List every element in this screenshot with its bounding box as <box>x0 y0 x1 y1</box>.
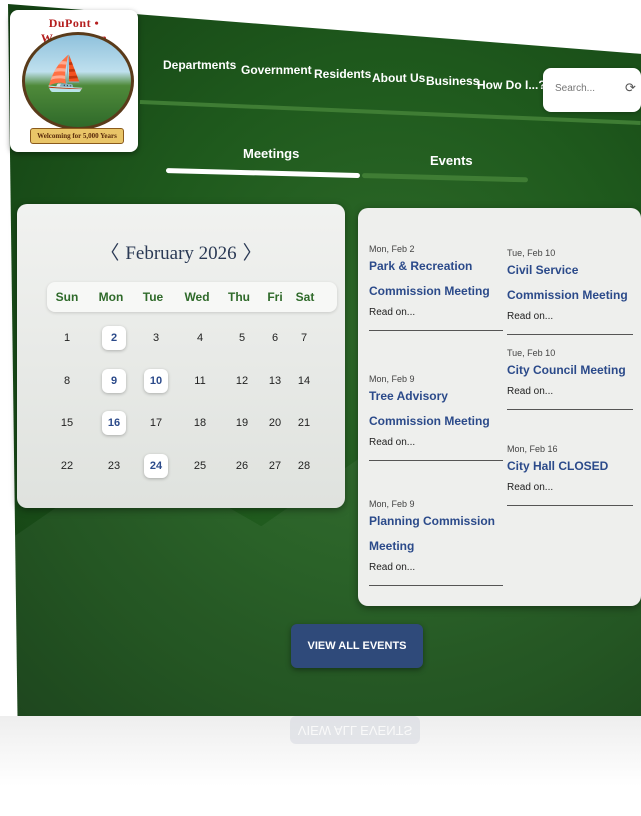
calendar-day[interactable]: 14 <box>292 369 316 393</box>
calendar-day[interactable]: 7 <box>292 326 316 350</box>
calendar-day[interactable]: 25 <box>188 454 212 478</box>
calendar-day[interactable]: 11 <box>188 369 212 393</box>
calendar-widget: 〈 February 2026 〉 Sun Mon Tue Wed Thu Fri … <box>17 204 345 508</box>
event-date: Tue, Feb 10 <box>507 248 556 258</box>
read-on-link[interactable]: Read on... <box>369 437 503 448</box>
event-divider <box>507 505 633 506</box>
nav-business[interactable]: Business <box>426 74 479 88</box>
event-divider <box>507 409 633 410</box>
calendar-day[interactable]: 20 <box>263 411 287 435</box>
calendar-day-with-event[interactable]: 24 <box>144 454 168 478</box>
next-month-button[interactable]: 〉 <box>237 243 268 264</box>
calendar-day[interactable]: 8 <box>55 369 79 393</box>
event-date: Mon, Feb 16 <box>507 444 558 454</box>
event-item: Mon, Feb 16 City Hall CLOSED Read on... <box>507 444 633 506</box>
read-on-link[interactable]: Read on... <box>369 562 503 573</box>
logo-tagline: Welcoming for 5,000 Years <box>30 128 124 144</box>
dow-tue: Tue <box>142 290 164 304</box>
dow-mon: Mon <box>98 290 124 304</box>
calendar-month-label: February 2026 <box>125 243 237 264</box>
view-all-events-button[interactable]: VIEW ALL EVENTS <box>291 624 423 668</box>
event-title-link[interactable]: Civil Service Commission Meeting <box>507 258 633 308</box>
event-divider <box>369 460 503 461</box>
calendar-day[interactable]: 18 <box>188 411 212 435</box>
dow-wed: Wed <box>184 290 210 304</box>
events-panel: Mon, Feb 2 Park & Recreation Commission … <box>358 208 641 606</box>
dow-thu: Thu <box>228 290 250 304</box>
event-item: Mon, Feb 9 Tree Advisory Commission Meet… <box>369 374 503 461</box>
dow-sun: Sun <box>55 290 79 304</box>
tab-meetings[interactable]: Meetings <box>243 146 299 161</box>
city-logo[interactable]: DuPont • Washington ⛵ Welcoming for 5,00… <box>10 10 138 152</box>
event-date: Mon, Feb 9 <box>369 499 415 509</box>
event-item: Tue, Feb 10 Civil Service Commission Mee… <box>507 248 633 335</box>
calendar-day[interactable]: 4 <box>188 326 212 350</box>
calendar-day[interactable]: 23 <box>102 454 126 478</box>
calendar-day[interactable]: 3 <box>144 326 168 350</box>
calendar-day[interactable]: 19 <box>230 411 254 435</box>
calendar-day-with-event[interactable]: 10 <box>144 369 168 393</box>
calendar-day[interactable]: 5 <box>230 326 254 350</box>
event-divider <box>369 585 503 586</box>
search-icon[interactable]: ⟳ <box>625 80 636 96</box>
calendar-day[interactable]: 21 <box>292 411 316 435</box>
read-on-link[interactable]: Read on... <box>507 386 633 397</box>
nav-residents[interactable]: Residents <box>314 67 371 81</box>
read-on-link[interactable]: Read on... <box>507 311 633 322</box>
calendar-day[interactable]: 22 <box>55 454 79 478</box>
calendar-day[interactable]: 13 <box>263 369 287 393</box>
dow-sat: Sat <box>295 290 315 304</box>
event-title-link[interactable]: Park & Recreation Commission Meeting <box>369 254 503 304</box>
nav-departments[interactable]: Departments <box>163 58 236 72</box>
event-title-link[interactable]: City Hall CLOSED <box>507 454 633 479</box>
prev-month-button[interactable]: 〈 <box>94 243 125 264</box>
calendar-day-with-event[interactable]: 9 <box>102 369 126 393</box>
page-reflection: VIEW ALL EVENTS <box>0 716 641 816</box>
calendar-day-with-event[interactable]: 16 <box>102 411 126 435</box>
page: DuPont • Washington ⛵ Welcoming for 5,00… <box>0 0 641 816</box>
read-on-link[interactable]: Read on... <box>369 307 503 318</box>
calendar-day[interactable]: 28 <box>292 454 316 478</box>
calendar-day[interactable]: 26 <box>230 454 254 478</box>
calendar-day-with-event[interactable]: 2 <box>102 326 126 350</box>
read-on-link[interactable]: Read on... <box>507 482 633 493</box>
event-item: Mon, Feb 2 Park & Recreation Commission … <box>369 244 503 331</box>
calendar-day[interactable]: 12 <box>230 369 254 393</box>
search-box[interactable]: ⟳ <box>543 68 641 112</box>
event-divider <box>507 334 633 335</box>
reflected-button: VIEW ALL EVENTS <box>290 716 420 744</box>
search-input[interactable] <box>553 82 617 95</box>
tab-events[interactable]: Events <box>430 153 473 168</box>
nav-how-do-i[interactable]: How Do I...? <box>477 78 546 92</box>
calendar-day[interactable]: 15 <box>55 411 79 435</box>
event-date: Tue, Feb 10 <box>507 348 556 358</box>
event-title-link[interactable]: Tree Advisory Commission Meeting <box>369 384 503 434</box>
nav-about-us[interactable]: About Us <box>372 71 425 85</box>
nav-government[interactable]: Government <box>241 63 312 77</box>
event-item: Mon, Feb 9 Planning Commission Meeting R… <box>369 499 503 586</box>
calendar-day[interactable]: 1 <box>55 326 79 350</box>
calendar-day[interactable]: 6 <box>263 326 287 350</box>
ship-icon: ⛵ <box>44 55 87 93</box>
event-item: Tue, Feb 10 City Council Meeting Read on… <box>507 348 633 410</box>
event-date: Mon, Feb 9 <box>369 374 415 384</box>
event-date: Mon, Feb 2 <box>369 244 415 254</box>
calendar-day[interactable]: 27 <box>263 454 287 478</box>
calendar-day[interactable]: 17 <box>144 411 168 435</box>
days-of-week-row: Sun Mon Tue Wed Thu Fri Sat <box>47 282 337 312</box>
event-title-link[interactable]: City Council Meeting <box>507 358 633 383</box>
event-title-link[interactable]: Planning Commission Meeting <box>369 509 503 559</box>
event-divider <box>369 330 503 331</box>
calendar-header: 〈 February 2026 〉 <box>17 238 345 265</box>
